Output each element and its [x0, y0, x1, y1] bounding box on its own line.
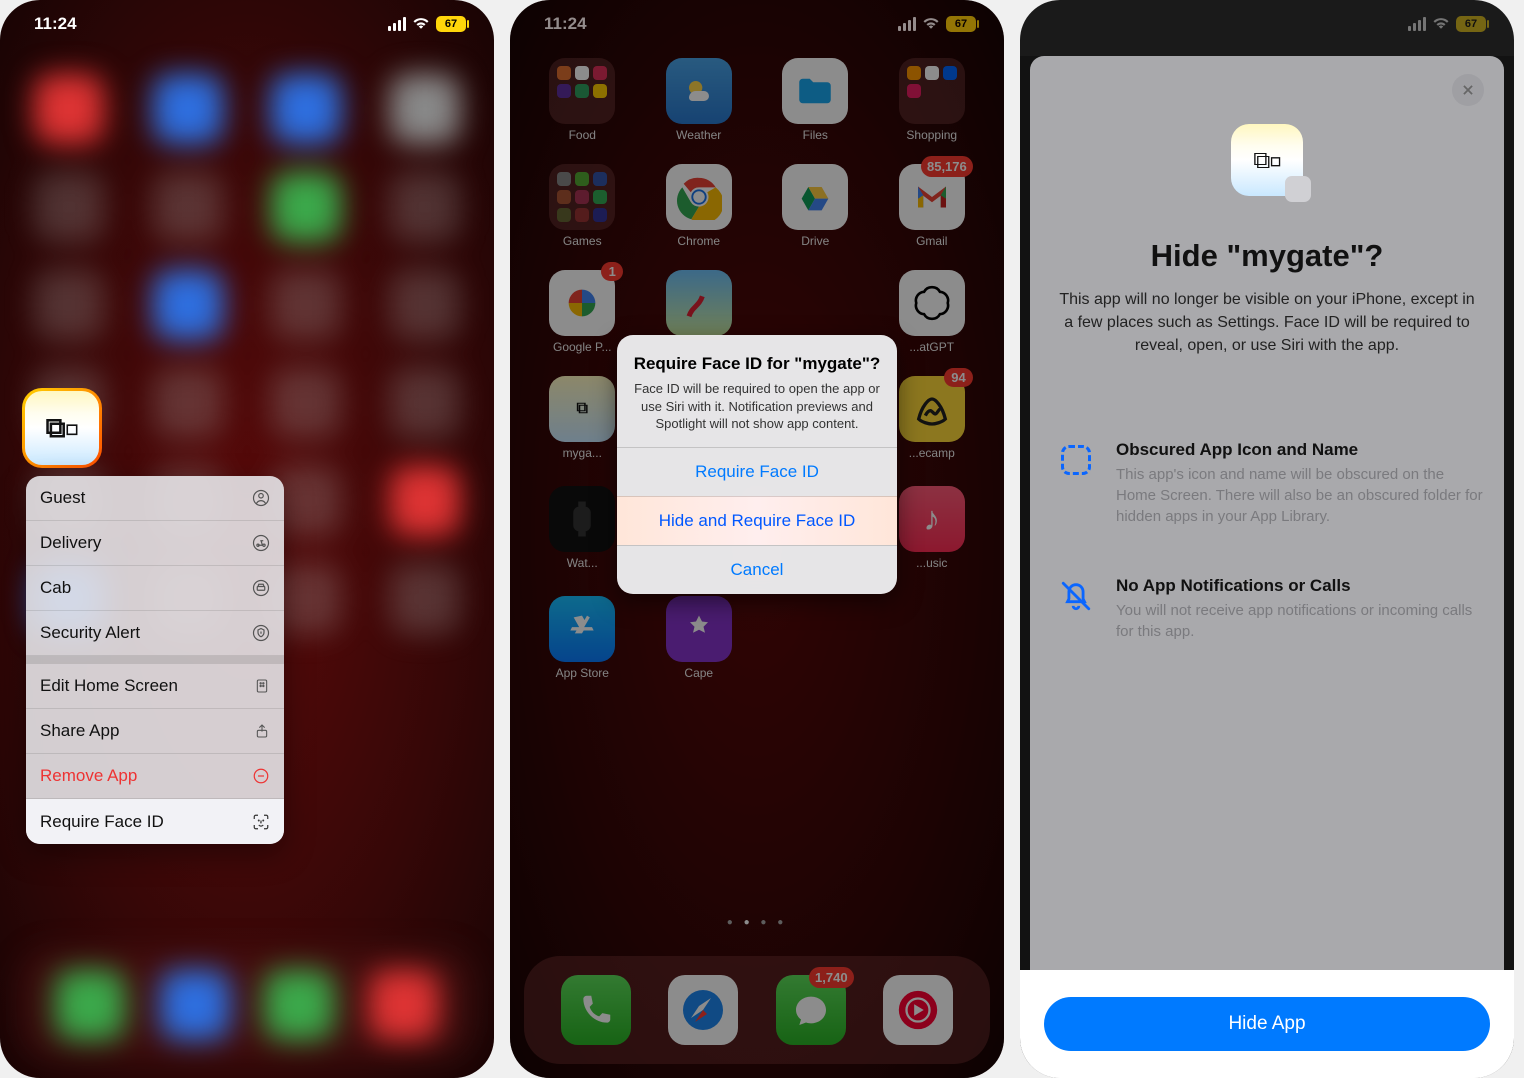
- info-row-notifications: No App Notifications or Calls You will n…: [1056, 576, 1486, 642]
- dim-overlay: [1020, 56, 1514, 1078]
- battery-indicator: 67: [1456, 16, 1486, 32]
- minus-circle-icon: [252, 767, 270, 785]
- ctx-label: Edit Home Screen: [40, 676, 178, 696]
- mygate-logo-glyph: ⧉▫: [46, 411, 79, 445]
- app-icon-mygate: ⧉▫: [1231, 124, 1303, 196]
- lock-badge-icon: [1285, 176, 1311, 202]
- ctx-item-edit-home-screen[interactable]: Edit Home Screen: [26, 664, 284, 709]
- alert-message: Face ID will be required to open the app…: [631, 380, 883, 433]
- wifi-icon: [412, 15, 430, 34]
- ctx-label: Require Face ID: [40, 812, 164, 832]
- ctx-label: Remove App: [40, 766, 137, 786]
- app-icon-mygate[interactable]: ⧉▫: [22, 388, 102, 468]
- ctx-item-share-app[interactable]: Share App: [26, 709, 284, 754]
- ctx-item-security-alert[interactable]: Security Alert: [26, 611, 284, 656]
- person-icon: [252, 489, 270, 507]
- status-time: 11:24: [34, 14, 77, 34]
- ctx-label: Guest: [40, 488, 85, 508]
- car-icon: [252, 579, 270, 597]
- ctx-label: Security Alert: [40, 623, 140, 643]
- menu-separator: [26, 656, 284, 664]
- shield-icon: [252, 624, 270, 642]
- ctx-label: Share App: [40, 721, 119, 741]
- info-title: No App Notifications or Calls: [1116, 576, 1486, 596]
- moped-icon: [252, 534, 270, 552]
- bottom-action-bar: Hide App: [1020, 970, 1514, 1078]
- ctx-item-cab[interactable]: Cab: [26, 566, 284, 611]
- alert-title: Require Face ID for "mygate"?: [631, 353, 883, 374]
- close-button[interactable]: [1452, 74, 1484, 106]
- info-title: Obscured App Icon and Name: [1116, 440, 1486, 460]
- cellular-signal-icon: [388, 17, 406, 31]
- wifi-icon: [1432, 15, 1450, 34]
- info-body: You will not receive app notifications o…: [1116, 600, 1486, 642]
- battery-indicator: 67: [946, 16, 976, 32]
- hide-app-button[interactable]: Hide App: [1044, 997, 1490, 1051]
- ctx-item-delivery[interactable]: Delivery: [26, 521, 284, 566]
- bell-slash-icon: [1056, 576, 1096, 616]
- share-icon: [254, 722, 270, 740]
- status-bar: 11:24 67: [510, 0, 1004, 48]
- cellular-signal-icon: [1408, 17, 1426, 31]
- mygate-logo-glyph: ⧉▫: [1253, 146, 1281, 174]
- alert-btn-cancel[interactable]: Cancel: [617, 545, 897, 594]
- status-time: 11:24: [544, 14, 587, 34]
- screen-1-context-menu: 11:24 67 ⧉▫ Guest Delivery Cab: [0, 0, 494, 1078]
- alert-btn-require-face-id[interactable]: Require Face ID: [617, 447, 897, 496]
- context-menu: Guest Delivery Cab Security Alert Edit H…: [26, 476, 284, 844]
- cellular-signal-icon: [898, 17, 916, 31]
- sheet-description: This app will no longer be visible on yo…: [1054, 288, 1480, 358]
- ctx-label: Cab: [40, 578, 71, 598]
- face-id-alert: Require Face ID for "mygate"? Face ID wi…: [617, 335, 897, 594]
- apps-grid-icon: [254, 678, 270, 694]
- wifi-icon: [922, 15, 940, 34]
- alert-btn-hide-and-require[interactable]: Hide and Require Face ID: [617, 496, 897, 545]
- ctx-item-guest[interactable]: Guest: [26, 476, 284, 521]
- screen-3-hide-sheet: 67 ⧉▫ Hide "mygate"? This app will no lo…: [1020, 0, 1514, 1078]
- battery-indicator: 67: [436, 16, 466, 32]
- dashed-square-icon: [1056, 440, 1096, 480]
- info-row-obscured: Obscured App Icon and Name This app's ic…: [1056, 440, 1486, 527]
- sheet-title: Hide "mygate"?: [1020, 238, 1514, 274]
- ctx-item-require-face-id[interactable]: Require Face ID: [26, 799, 284, 844]
- info-body: This app's icon and name will be obscure…: [1116, 464, 1486, 527]
- faceid-icon: [252, 813, 270, 831]
- ctx-item-remove-app[interactable]: Remove App: [26, 754, 284, 799]
- ctx-label: Delivery: [40, 533, 101, 553]
- status-bar: 11:24 67: [0, 0, 494, 48]
- screen-2-alert: Food Weather Files Shopping Games Chrome…: [510, 0, 1004, 1078]
- status-bar: 67: [1020, 0, 1514, 48]
